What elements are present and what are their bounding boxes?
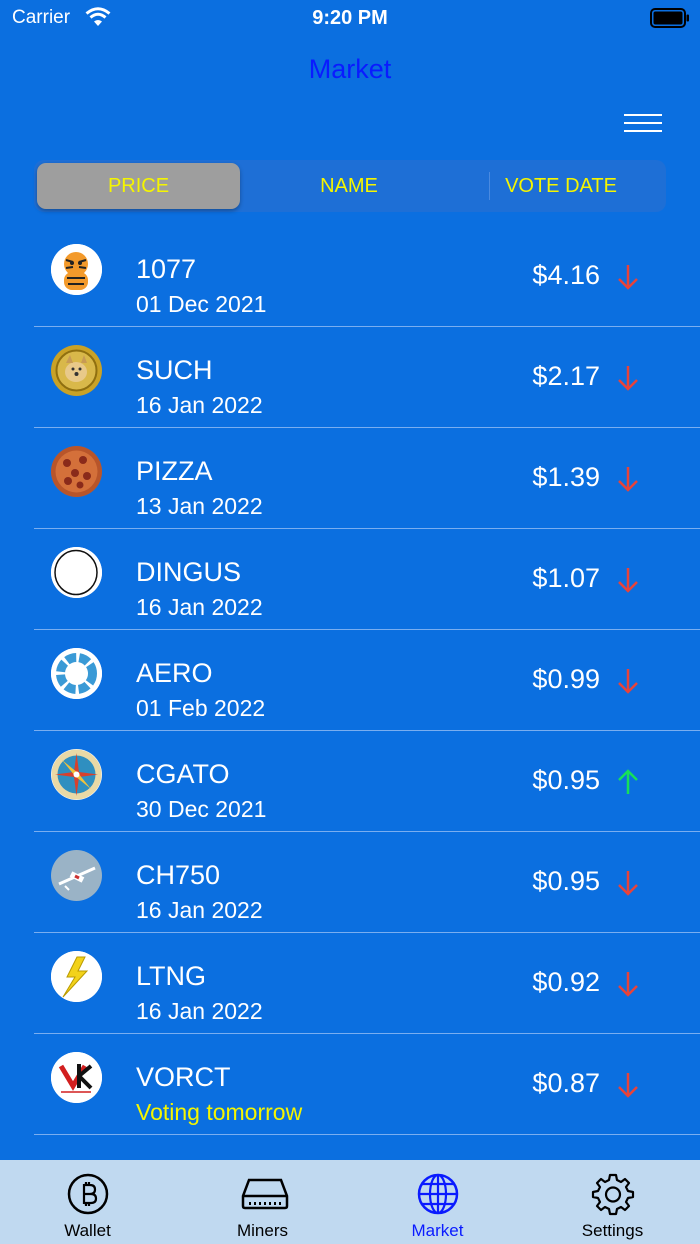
coin-symbol: CH750 bbox=[136, 860, 221, 890]
arrow-down-icon bbox=[618, 669, 638, 694]
arrow-down-icon bbox=[618, 972, 638, 997]
tab-wallet[interactable]: Wallet bbox=[0, 1160, 175, 1244]
bitcoin-icon bbox=[67, 1173, 109, 1215]
coin-vote-status: Voting tomorrow bbox=[136, 1099, 303, 1125]
segment-price[interactable]: PRICE bbox=[37, 163, 240, 209]
coin-vote-date: 01 Dec 2021 bbox=[136, 291, 267, 317]
coin-vote-date: 16 Jan 2022 bbox=[136, 897, 263, 923]
coin-vote-date: 30 Dec 2021 bbox=[136, 796, 267, 822]
arrow-up-icon bbox=[618, 769, 638, 794]
pizza-logo bbox=[51, 446, 102, 497]
coin-symbol: AERO bbox=[136, 658, 213, 688]
list-item[interactable]: DINGUS 16 Jan 2022 $1.07 bbox=[0, 529, 700, 630]
coin-price: $0.87 bbox=[532, 1068, 600, 1098]
coin-price: $0.95 bbox=[532, 765, 600, 795]
arrow-down-icon bbox=[618, 871, 638, 896]
arrow-down-icon bbox=[618, 467, 638, 492]
list-item[interactable]: LTNG 16 Jan 2022 $0.92 bbox=[0, 933, 700, 1034]
coin-symbol: CGATO bbox=[136, 759, 230, 789]
white-circle-logo bbox=[51, 547, 102, 598]
aero-ring-logo bbox=[51, 648, 102, 699]
coin-vote-date: 16 Jan 2022 bbox=[136, 594, 263, 620]
gear-icon bbox=[591, 1173, 635, 1216]
tab-wallet-label: Wallet bbox=[64, 1221, 111, 1240]
globe-icon bbox=[417, 1173, 459, 1215]
tab-miners[interactable]: Miners bbox=[175, 1160, 350, 1244]
battery-icon bbox=[650, 8, 689, 28]
coin-vote-date: 13 Jan 2022 bbox=[136, 493, 263, 519]
menu-icon[interactable] bbox=[624, 114, 664, 140]
row-divider bbox=[34, 1134, 700, 1135]
arrow-down-icon bbox=[618, 1073, 638, 1098]
clock: 9:20 PM bbox=[312, 7, 388, 29]
page-title: Market bbox=[308, 54, 392, 84]
list-item[interactable]: CH750 16 Jan 2022 $0.95 bbox=[0, 832, 700, 933]
coin-symbol: DINGUS bbox=[136, 557, 242, 587]
coin-price: $0.95 bbox=[532, 866, 600, 896]
doge-coin-logo bbox=[51, 345, 102, 396]
list-item[interactable]: CGATO 30 Dec 2021 $0.95 bbox=[0, 731, 700, 832]
list-item[interactable]: PIZZA 13 Jan 2022 $1.39 bbox=[0, 428, 700, 529]
tab-settings[interactable]: Settings bbox=[525, 1160, 700, 1244]
vorct-logo bbox=[51, 1052, 102, 1103]
tab-settings-label: Settings bbox=[581, 1221, 644, 1240]
arrow-down-icon bbox=[618, 366, 638, 391]
tab-market-label: Market bbox=[411, 1221, 464, 1240]
coin-price: $1.39 bbox=[532, 462, 600, 492]
list-item[interactable]: SUCH 16 Jan 2022 $2.17 bbox=[0, 327, 700, 428]
coin-price: $1.07 bbox=[532, 563, 600, 593]
coin-price: $4.16 bbox=[532, 260, 600, 290]
list-item[interactable]: VORCT Voting tomorrow $0.87 bbox=[0, 1034, 700, 1135]
lightning-logo bbox=[51, 951, 102, 1002]
coin-symbol: PIZZA bbox=[136, 456, 213, 486]
arrow-down-icon bbox=[618, 265, 638, 290]
list-item[interactable]: 1077 01 Dec 2021 $4.16 bbox=[0, 226, 700, 327]
coin-vote-date: 16 Jan 2022 bbox=[136, 392, 263, 418]
drive-icon bbox=[241, 1178, 289, 1210]
airplane-logo bbox=[51, 850, 102, 901]
coin-price: $0.92 bbox=[532, 967, 600, 997]
coin-price: $0.99 bbox=[532, 664, 600, 694]
tiger-logo bbox=[51, 244, 102, 295]
sort-segmented-control: PRICE NAME VOTE DATE bbox=[34, 160, 666, 212]
tab-market[interactable]: Market bbox=[350, 1160, 525, 1244]
coin-symbol: VORCT bbox=[136, 1062, 231, 1092]
tab-miners-label: Miners bbox=[236, 1221, 288, 1240]
coin-symbol: LTNG bbox=[136, 961, 207, 991]
segment-vote-date[interactable]: VOTE DATE bbox=[456, 160, 666, 212]
coin-vote-date: 16 Jan 2022 bbox=[136, 998, 263, 1024]
segment-name[interactable]: NAME bbox=[244, 160, 454, 212]
coin-price: $2.17 bbox=[532, 361, 600, 391]
coin-symbol: SUCH bbox=[136, 355, 213, 385]
coin-symbol: 1077 bbox=[136, 254, 197, 284]
arrow-down-icon bbox=[618, 568, 638, 593]
compass-logo bbox=[51, 749, 102, 800]
tab-bar: Wallet Miners Market Settings bbox=[0, 1160, 700, 1244]
status-bar: Carrier 9:20 PM bbox=[0, 0, 700, 40]
coin-vote-date: 01 Feb 2022 bbox=[136, 695, 266, 721]
list-item[interactable]: AERO 01 Feb 2022 $0.99 bbox=[0, 630, 700, 731]
